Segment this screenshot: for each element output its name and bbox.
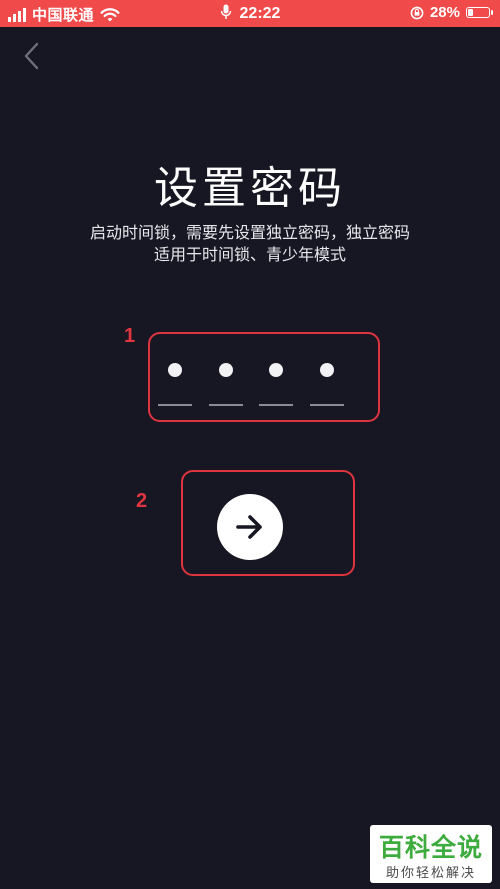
watermark-subtitle: 助你轻松解决 [385,866,476,881]
pin-underline [259,404,293,406]
page-description: 启动时间锁，需要先设置独立密码，独立密码 适用于时间锁、青少年模式 [40,222,460,266]
rotation-lock-icon [410,6,424,19]
pin-input[interactable] [150,334,378,420]
chevron-left-icon [24,42,39,70]
page-title: 设置密码 [154,163,346,214]
pin-dot [269,363,283,377]
status-bar: 中国联通 22:22 28% [0,0,500,27]
description-line-2: 适用于时间锁、青少年模式 [153,245,346,264]
pin-dot [320,363,334,377]
watermark-logo: 百科全说 助你轻松解决 [370,825,492,883]
pin-underline [158,404,192,406]
pin-underline [310,404,344,406]
annotation-number-1: 1 [124,325,136,347]
arrow-right-icon [236,515,262,539]
pin-slot [310,334,344,420]
pin-dot [168,363,182,377]
status-time: 22:22 [239,5,281,22]
description-line-1: 启动时间锁，需要先设置独立密码，独立密码 [89,223,410,242]
next-button[interactable] [217,494,283,560]
pin-underline [209,404,243,406]
back-button[interactable] [14,38,50,74]
status-right: 28% [410,4,493,21]
battery-icon [466,7,493,18]
watermark-title: 百科全说 [378,833,483,862]
battery-percent: 28% [429,4,460,21]
pin-slot [158,334,192,420]
annotation-number-2: 2 [136,490,148,512]
pin-slot [259,334,293,420]
pin-dot [219,363,233,377]
pin-slot [209,334,243,420]
microphone-icon [220,4,231,19]
